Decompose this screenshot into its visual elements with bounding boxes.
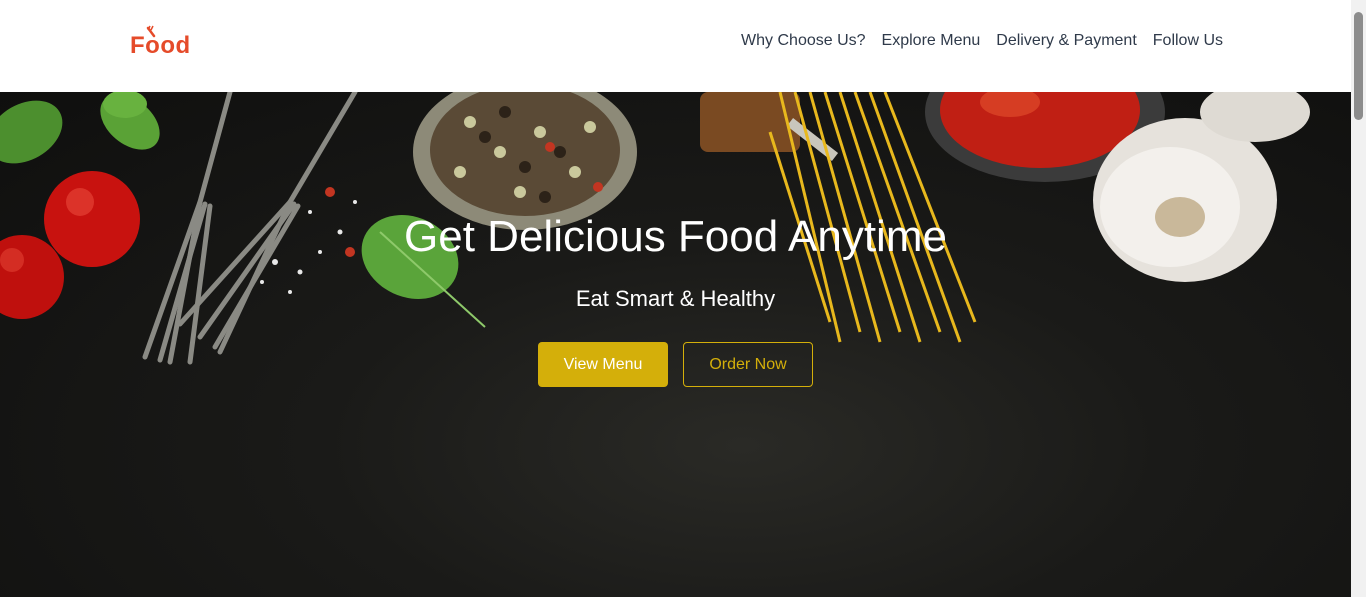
navbar: Food Why Choose Us? Explore Menu Deliver… (0, 0, 1351, 92)
hero-banner: Get Delicious Food Anytime Eat Smart & H… (0, 92, 1351, 597)
nav-follow-us[interactable]: Follow Us (1153, 32, 1223, 50)
scrollbar-thumb[interactable] (1354, 12, 1363, 120)
order-now-button[interactable]: Order Now (683, 342, 813, 387)
hero-subtitle: Eat Smart & Healthy (575, 286, 776, 311)
logo-text: Food (130, 32, 191, 59)
brand-logo[interactable]: Food (130, 24, 194, 64)
view-menu-button[interactable]: View Menu (538, 342, 668, 387)
nav-delivery-payment[interactable]: Delivery & Payment (996, 32, 1137, 50)
nav-why-choose-us[interactable]: Why Choose Us? (741, 32, 866, 50)
nav-explore-menu[interactable]: Explore Menu (882, 32, 981, 50)
hero-background-image (0, 92, 1310, 365)
page-scrollbar[interactable] (1351, 0, 1366, 597)
main-nav: Why Choose Us? Explore Menu Delivery & P… (741, 32, 1223, 50)
hero-title: Get Delicious Food Anytime (404, 212, 947, 261)
